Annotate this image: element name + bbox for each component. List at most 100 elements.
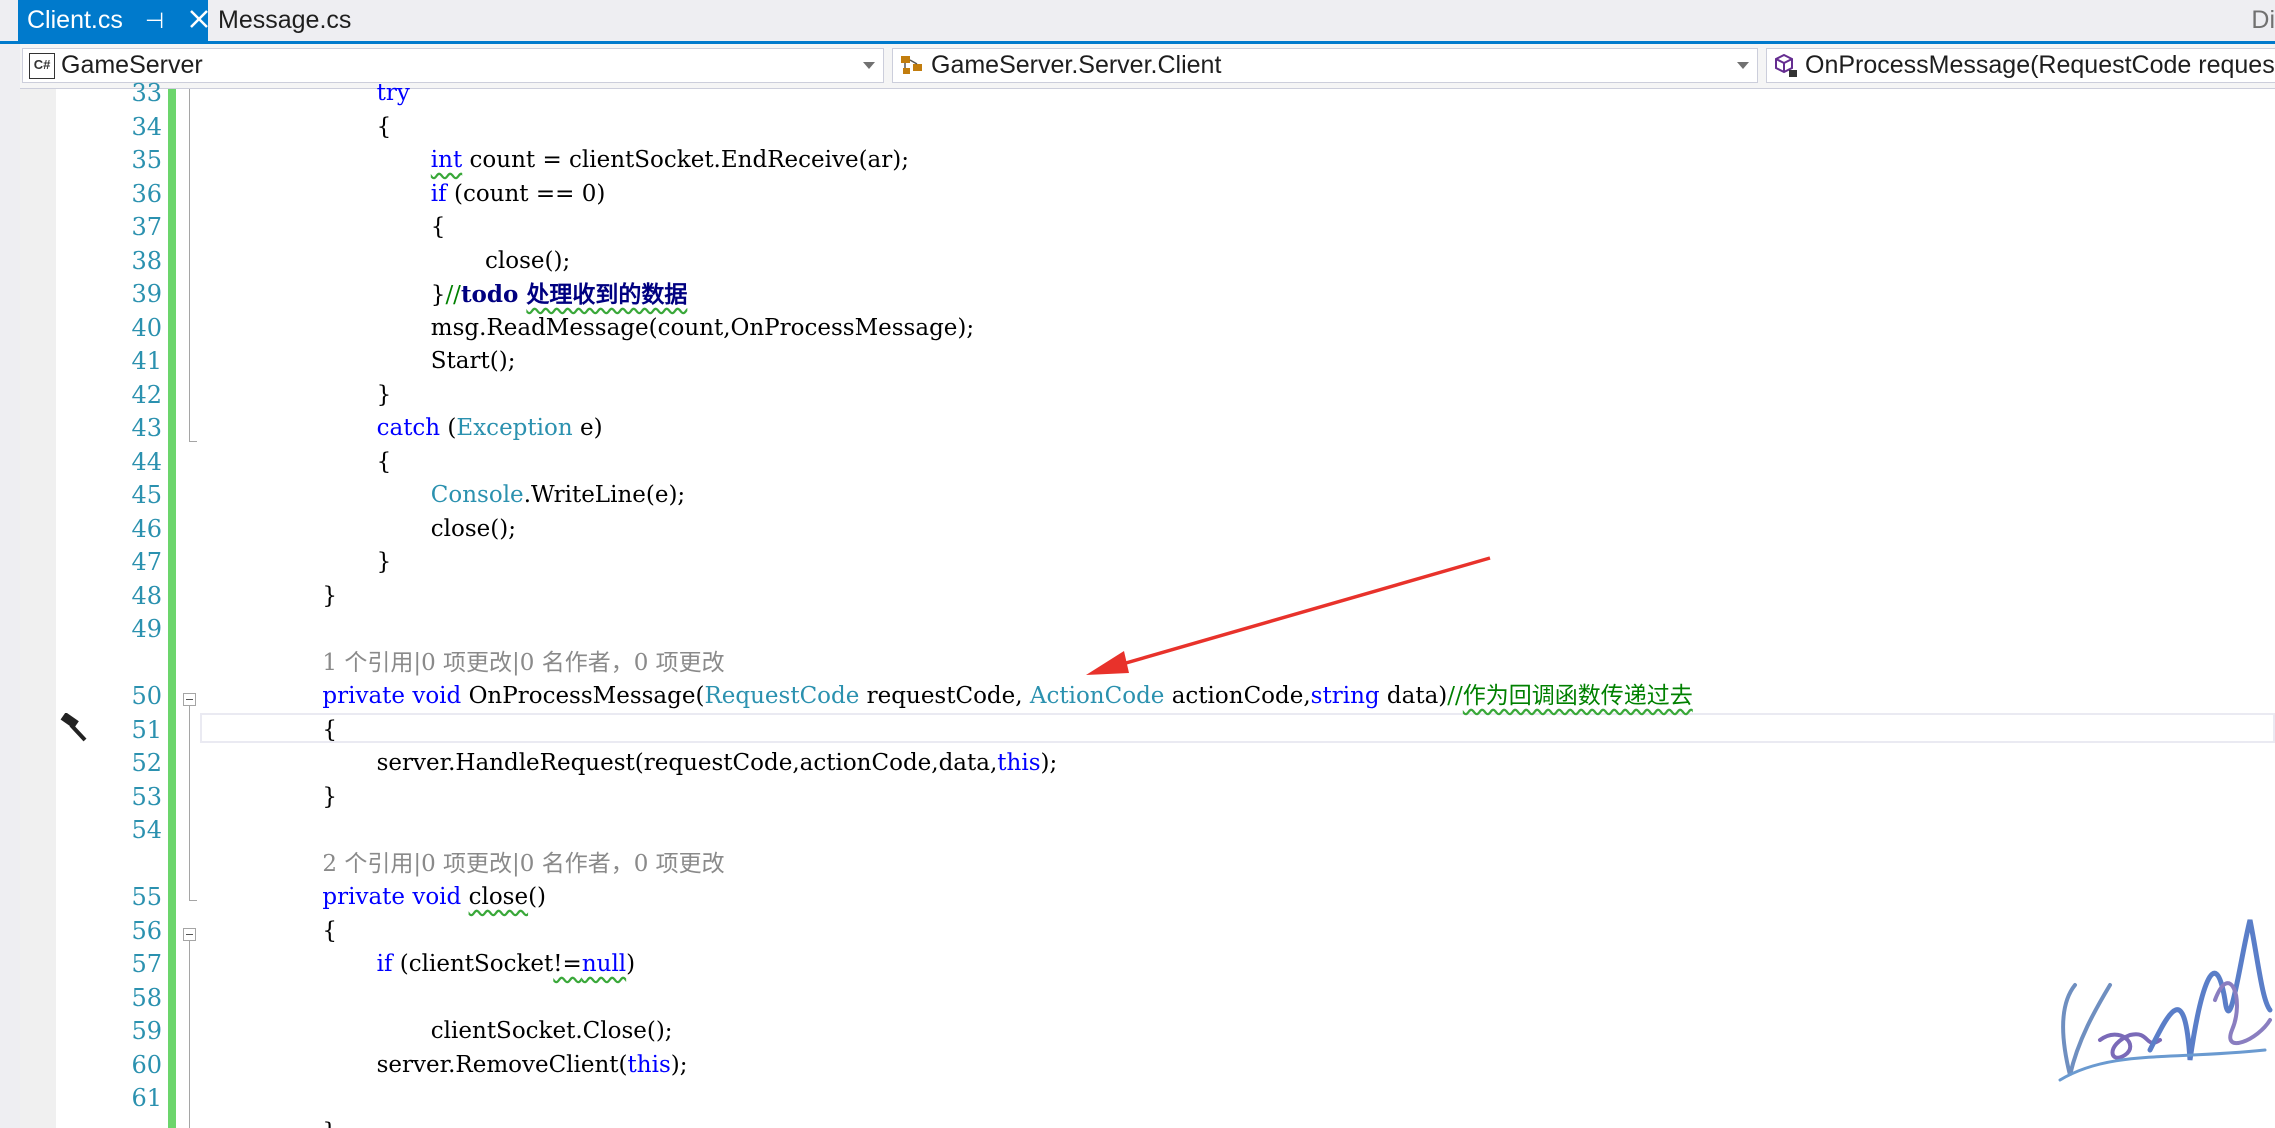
type-dropdown-value: GameServer.Server.Client (931, 51, 1222, 79)
code-line[interactable]: 1 个引用|0 项更改|0 名作者，0 项更改 (20, 647, 2275, 681)
line-number: 46 (131, 514, 162, 543)
code-text[interactable]: { (322, 714, 337, 748)
code-token: } (376, 381, 392, 408)
code-line[interactable]: 55 private void close() (20, 881, 2275, 915)
code-token: int (430, 147, 463, 173)
code-text[interactable]: } (377, 379, 392, 413)
code-text[interactable]: } (377, 546, 392, 580)
code-token: != (553, 951, 582, 977)
code-line[interactable]: 43 catch (Exception e) (20, 412, 2275, 446)
code-token: { (376, 448, 392, 475)
code-text[interactable]: { (431, 211, 446, 245)
line-number: 60 (131, 1050, 162, 1079)
code-line[interactable]: 54 (20, 814, 2275, 848)
line-number: 40 (131, 313, 162, 342)
code-text[interactable]: private void close() (322, 881, 546, 915)
codelens-reference-info[interactable]: 2 个引用|0 项更改|0 名作者，0 项更改 (322, 848, 724, 882)
line-number: 50 (131, 682, 162, 710)
code-text[interactable]: if (count == 0) (431, 178, 606, 212)
line-number: 34 (131, 112, 162, 141)
code-token: OnProcessMessage( (461, 683, 705, 709)
line-number: 44 (131, 447, 162, 476)
code-line[interactable]: 39}//todo 处理收到的数据 (20, 278, 2275, 312)
line-number: 55 (131, 883, 162, 911)
code-text[interactable]: try (377, 77, 410, 111)
line-number: 45 (131, 481, 162, 509)
tab-label: Client.cs (27, 6, 123, 34)
code-text[interactable]: if (clientSocket!=null) (377, 948, 636, 982)
code-text[interactable]: } (322, 781, 337, 815)
code-text[interactable]: server.RemoveClient(this); (377, 1049, 688, 1083)
code-line[interactable]: 59 clientSocket.Close(); (20, 1015, 2275, 1049)
code-text[interactable]: } (322, 580, 337, 614)
code-token: server.RemoveClient( (376, 1051, 628, 1078)
codelens-reference-info[interactable]: 1 个引用|0 项更改|0 名作者，0 项更改 (322, 647, 724, 681)
code-line[interactable]: 46 close(); (20, 513, 2275, 547)
code-line[interactable]: 34 { (20, 111, 2275, 145)
code-text[interactable]: Start(); (431, 345, 516, 379)
code-text[interactable]: { (377, 446, 392, 480)
code-editor[interactable]: 33 try 34 {35 int count = clientSocket.EndRe… (20, 79, 2275, 1128)
code-token: Exception (456, 415, 573, 441)
code-text[interactable]: close(); (431, 513, 516, 547)
code-token: null (581, 951, 627, 977)
code-token: () (528, 884, 547, 910)
code-token: Start(); (430, 348, 516, 374)
pin-icon[interactable]: ⊣ (145, 8, 164, 34)
code-line[interactable]: 56 { (20, 915, 2275, 949)
code-token: ) (626, 951, 636, 977)
code-line[interactable]: 33 try (20, 77, 2275, 111)
code-line[interactable]: 36 if (count == 0) (20, 178, 2275, 212)
code-line[interactable]: 41 Start(); (20, 345, 2275, 379)
line-number: 54 (131, 816, 162, 844)
code-line[interactable]: 35 int count = clientSocket.EndReceive(ar… (20, 144, 2275, 178)
code-line[interactable]: 44 { (20, 446, 2275, 480)
code-text[interactable]: msg.ReadMessage(count,OnProcessMessage); (431, 312, 974, 346)
code-token: this (627, 1051, 671, 1078)
truncated-panel-title[interactable]: Di (2251, 6, 2275, 35)
code-token: ActionCode (1029, 683, 1165, 709)
code-line[interactable]: 40 msg.ReadMessage(count,OnProcessMessage… (20, 312, 2275, 346)
code-text[interactable]: clientSocket.Close(); (431, 1015, 673, 1049)
code-token: catch (376, 415, 441, 441)
code-text[interactable]: close(); (485, 245, 570, 279)
tab-client-cs[interactable]: Client.cs ⊣ (18, 0, 208, 41)
code-line[interactable]: 37 { (20, 211, 2275, 245)
code-token: } (322, 783, 338, 810)
code-text[interactable]: catch (Exception e) (377, 412, 603, 446)
code-line[interactable]: } (20, 1116, 2275, 1128)
code-text[interactable]: } (322, 1116, 337, 1128)
code-token: count = clientSocket.EndReceive(ar); (462, 147, 909, 173)
code-text[interactable]: private void OnProcessMessage(RequestCod… (322, 680, 1692, 714)
code-line[interactable]: 47} (20, 546, 2275, 580)
code-text[interactable]: }//todo 处理收到的数据 (431, 278, 688, 313)
code-line[interactable]: 60 server.RemoveClient(this); (20, 1049, 2275, 1083)
code-line[interactable]: 45 Console.WriteLine(e); (20, 479, 2275, 513)
code-line[interactable]: 52 server.HandleRequest(requestCode,actio… (20, 747, 2275, 781)
code-line[interactable]: 58 (20, 982, 2275, 1016)
code-token: 处理收到的数据 (526, 281, 688, 308)
code-token: } (430, 282, 446, 308)
code-line[interactable]: 53} (20, 781, 2275, 815)
code-line[interactable]: 49 (20, 613, 2275, 647)
code-text[interactable]: server.HandleRequest(requestCode,actionC… (377, 747, 1058, 781)
code-text[interactable]: { (377, 111, 392, 145)
code-line[interactable]: 38 close(); (20, 245, 2275, 279)
code-line[interactable]: 2 个引用|0 项更改|0 名作者，0 项更改 (20, 848, 2275, 882)
code-text[interactable]: { (322, 915, 337, 949)
code-line[interactable]: 61 (20, 1082, 2275, 1116)
code-text[interactable]: int count = clientSocket.EndReceive(ar); (431, 144, 909, 178)
close-icon[interactable] (186, 6, 212, 32)
code-line[interactable]: 51 { (20, 714, 2275, 748)
code-text[interactable]: Console.WriteLine(e); (431, 479, 685, 513)
code-token: todo (460, 281, 527, 308)
code-line[interactable]: 48} (20, 580, 2275, 614)
code-token: } (376, 549, 392, 575)
code-line[interactable]: 57 if (clientSocket!=null) (20, 948, 2275, 982)
code-lines: 33 try 34 {35 int count = clientSocket.EndRe… (20, 79, 2275, 1128)
tab-message-cs[interactable]: Message.cs (218, 0, 351, 41)
code-line[interactable]: 42} (20, 379, 2275, 413)
code-line[interactable]: 50 private void OnProcessMessage(RequestC… (20, 680, 2275, 714)
code-token: (clientSocket (392, 951, 554, 977)
